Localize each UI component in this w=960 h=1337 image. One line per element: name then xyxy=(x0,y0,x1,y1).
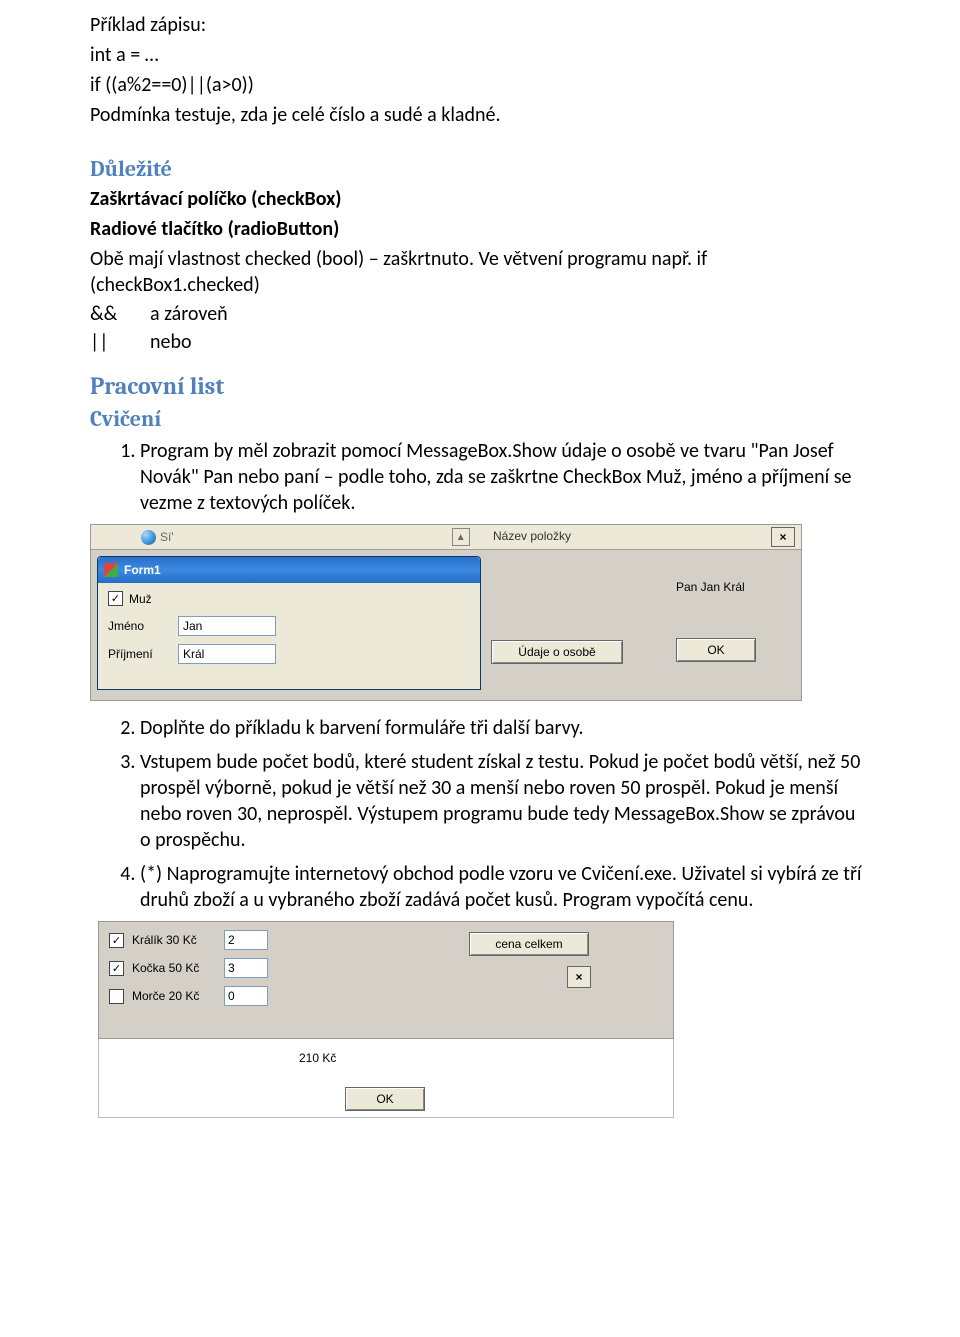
button-udaje-o-osobe[interactable]: Údaje o osobě xyxy=(491,640,623,664)
exercise-4: (*) Naprogramujte internetový obchod pod… xyxy=(140,861,870,913)
globe-icon xyxy=(141,530,156,545)
label-prijmeni: Příjmení xyxy=(108,647,178,661)
checkbox-kralik[interactable]: ✓ xyxy=(109,933,124,948)
label-jmeno: Jméno xyxy=(108,619,178,633)
text-checked-desc: Obě mají vlastnost checked (bool) – zašk… xyxy=(90,246,870,298)
exercise-list: Program by měl zobrazit pomocí MessageBo… xyxy=(90,438,870,516)
label-kocka: Kočka 50 Kč xyxy=(132,961,222,975)
checkbox-kocka[interactable]: ✓ xyxy=(109,961,124,976)
close-button-shop[interactable]: × xyxy=(567,966,591,988)
ok-button[interactable]: OK xyxy=(676,638,756,662)
op-or-symbol: || xyxy=(90,330,150,354)
text-radiobutton: Radiové tlačítko (radioButton) xyxy=(90,216,870,242)
price-output: 210 Kč xyxy=(299,1051,336,1065)
op-and-text: a zároveň xyxy=(150,302,228,326)
label-kralik: Králík 30 Kč xyxy=(132,933,222,947)
heading-pracovni-list: Pracovní list xyxy=(90,372,870,400)
screenshot-form1: Sí' ▲ Název položky × Form1 ✓ Muž Jméno xyxy=(90,524,802,701)
textbox-prijmeni[interactable]: Král xyxy=(178,644,276,664)
checkbox-muz[interactable]: ✓ xyxy=(108,591,123,606)
button-cena-celkem[interactable]: cena celkem xyxy=(469,932,589,956)
form1-titlebar: Form1 xyxy=(98,557,480,583)
ide-toolbar: Sí' ▲ Název položky × xyxy=(91,525,801,550)
text-code-if: if ((a%2==0)||(a>0)) xyxy=(90,72,870,98)
exercise-3: Vstupem bude počet bodů, které student z… xyxy=(140,749,870,853)
textbox-jmeno[interactable]: Jan xyxy=(178,616,276,636)
heading-dulezite: Důležité xyxy=(90,156,870,182)
qty-kralik[interactable]: 2 xyxy=(224,930,268,950)
heading-cviceni: Cvičení xyxy=(90,406,870,432)
text-priklad-zapisu: Příklad zápisu: xyxy=(90,12,870,38)
up-arrow-icon[interactable]: ▲ xyxy=(452,528,470,546)
checkbox-muz-label: Muž xyxy=(129,592,152,606)
text-explanation: Podmínka testuje, zda je celé číslo a su… xyxy=(90,102,870,128)
messagebox-text: Pan Jan Král xyxy=(676,580,796,594)
qty-morce[interactable]: 0 xyxy=(224,986,268,1006)
text-checkbox: Zaškrtávací políčko (checkBox) xyxy=(90,186,870,212)
exercise-1: Program by měl zobrazit pomocí MessageBo… xyxy=(140,438,870,516)
ok-button-shop[interactable]: OK xyxy=(345,1087,425,1111)
exercise-list-cont: Doplňte do příkladu k barvení formuláře … xyxy=(90,715,870,913)
text-code-int: int a = … xyxy=(90,42,870,68)
shop-panel: ✓ Králík 30 Kč 2 ✓ Kočka 50 Kč 3 Morče 2… xyxy=(98,921,674,1039)
label-morce: Morče 20 Kč xyxy=(132,989,222,1003)
close-button[interactable]: × xyxy=(771,527,795,547)
qty-kocka[interactable]: 3 xyxy=(224,958,268,978)
op-or-text: nebo xyxy=(150,330,192,354)
shop-output-area: 210 Kč OK xyxy=(98,1039,674,1118)
form-icon xyxy=(104,563,118,577)
form1-title-text: Form1 xyxy=(124,563,161,577)
form1-window: Form1 ✓ Muž Jméno Jan Příjmení Král xyxy=(97,556,481,690)
checkbox-morce[interactable] xyxy=(109,989,124,1004)
column-header-nazev: Název položky xyxy=(493,529,571,543)
screenshot-shop: ✓ Králík 30 Kč 2 ✓ Kočka 50 Kč 3 Morče 2… xyxy=(98,921,674,1118)
op-and-symbol: && xyxy=(90,302,150,326)
exercise-2: Doplňte do příkladu k barvení formuláře … xyxy=(140,715,870,741)
toolbar-text-site: Sí' xyxy=(160,530,174,544)
